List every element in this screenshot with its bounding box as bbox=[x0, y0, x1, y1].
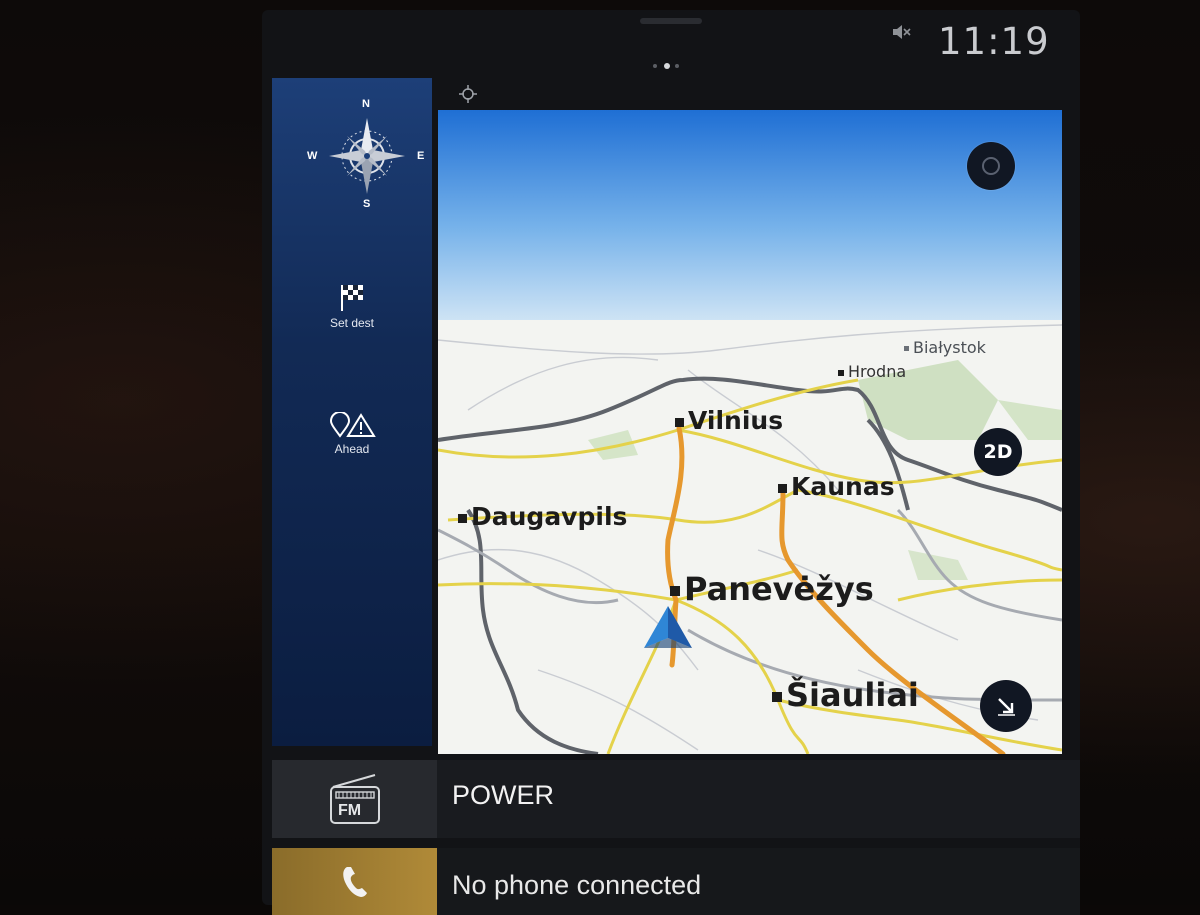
map-city-label: Šiauliai bbox=[772, 676, 919, 714]
clock: 11:19 bbox=[938, 20, 1050, 63]
map-collapse-button[interactable] bbox=[980, 680, 1032, 732]
collapse-arrow-icon bbox=[998, 698, 1015, 716]
radio-station-label: POWER bbox=[452, 780, 555, 810]
view-mode-2d-button[interactable]: 2D bbox=[974, 428, 1022, 476]
checkered-flag-icon bbox=[341, 285, 363, 311]
compass-north-label: N bbox=[362, 98, 370, 110]
overflow-icon bbox=[982, 157, 1000, 175]
compass-button[interactable]: N S W E bbox=[307, 98, 427, 210]
compass-rose-icon bbox=[329, 118, 405, 194]
map-city-label: Vilnius bbox=[675, 406, 783, 435]
status-bar[interactable]: 11:19 bbox=[262, 10, 1080, 69]
set-destination-label: Set dest bbox=[329, 316, 375, 330]
compass-west-label: W bbox=[307, 150, 318, 162]
ahead-button[interactable]: Ahead bbox=[272, 412, 432, 456]
map-overflow-button[interactable] bbox=[967, 142, 1015, 190]
map-city-label: Daugavpils bbox=[458, 502, 627, 531]
page-indicator-dot-active bbox=[664, 63, 670, 69]
view-mode-label: 2D bbox=[983, 441, 1013, 463]
radio-icon-box: FM bbox=[272, 760, 437, 838]
page-indicator-dot bbox=[653, 64, 657, 68]
ahead-label: Ahead bbox=[334, 442, 370, 456]
map-city-label: Panevėžys bbox=[670, 570, 874, 608]
status-pull-handle[interactable] bbox=[640, 18, 702, 24]
map-city-label: Hrodna bbox=[838, 362, 906, 381]
page-indicator-dot bbox=[675, 64, 679, 68]
map-city-label: Kaunas bbox=[778, 472, 895, 501]
locate-crosshair-icon[interactable] bbox=[458, 84, 478, 104]
vehicle-position-arrow-icon bbox=[644, 606, 692, 648]
nav-sidebar: N S W E Set dest Ahead bbox=[272, 78, 432, 746]
set-destination-button[interactable]: Set dest bbox=[272, 284, 432, 330]
muted-speaker-icon bbox=[893, 25, 911, 39]
navigation-map[interactable]: Białystok Hrodna Vilnius Kaunas Daugavpi… bbox=[438, 110, 1062, 754]
compass-east-label: E bbox=[417, 150, 425, 162]
pin-warning-icon bbox=[329, 412, 376, 438]
map-city-label: Białystok bbox=[904, 338, 986, 357]
phone-handset-icon bbox=[342, 866, 367, 897]
fm-icon-text: FM bbox=[338, 802, 362, 819]
compass-south-label: S bbox=[363, 198, 371, 210]
infotainment-screen: 11:19 N S W E Set dest Ahead Białystok H… bbox=[262, 10, 1080, 915]
phone-status-label: No phone connected bbox=[452, 870, 702, 900]
radio-tile[interactable]: FM POWER bbox=[272, 760, 1080, 838]
